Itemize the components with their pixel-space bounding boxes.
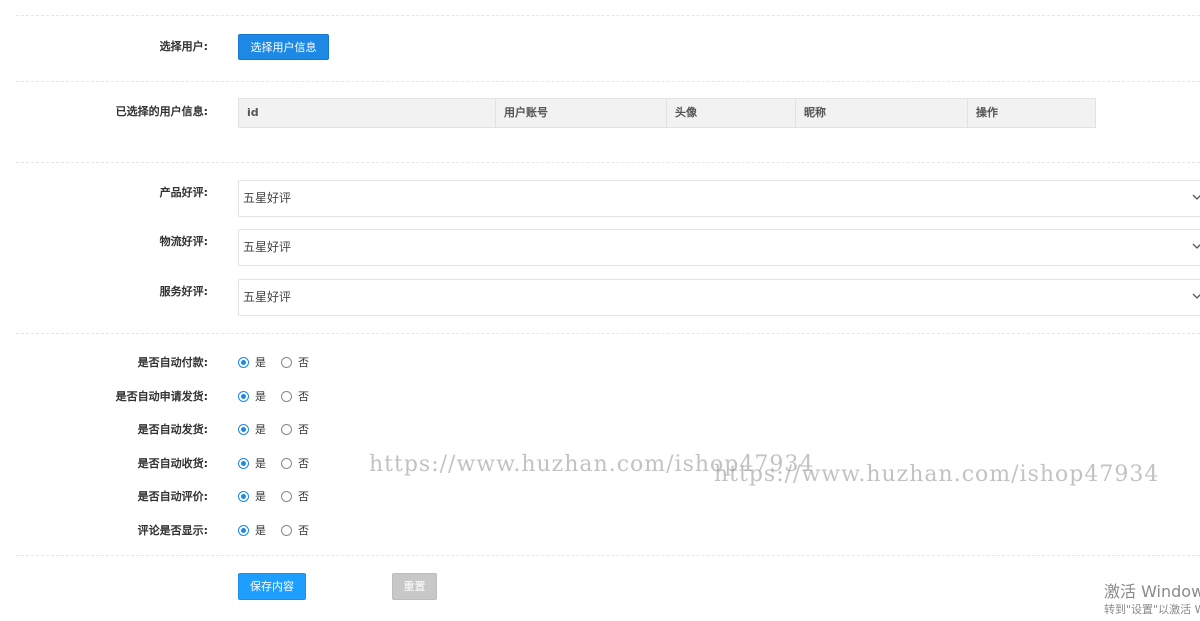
reset-button[interactable]: 重置: [392, 573, 437, 600]
logistics-rating-value: 五星好评: [243, 240, 292, 254]
divider: [16, 15, 1200, 16]
auto-pay-yes-radio[interactable]: [238, 357, 249, 368]
divider: [16, 333, 1200, 334]
auto-ship-no-radio[interactable]: [281, 424, 292, 435]
service-rating-select[interactable]: 五星好评: [238, 279, 1200, 316]
chevron-down-icon: [1192, 293, 1200, 299]
auto-request-shipping-yes-label[interactable]: 是: [255, 390, 266, 404]
auto-ship-yes-radio[interactable]: [238, 424, 249, 435]
service-rating-label: 服务好评:: [159, 285, 208, 298]
chevron-down-icon: [1192, 194, 1200, 200]
windows-activation-title: 激活 Windows: [1104, 582, 1200, 601]
column-header-account: 用户账号: [496, 99, 667, 127]
auto-ship-yes-label[interactable]: 是: [255, 423, 266, 437]
show-comments-label: 评论是否显示:: [137, 524, 208, 537]
auto-request-shipping-yes-radio[interactable]: [238, 391, 249, 402]
show-comments-yes-label[interactable]: 是: [255, 524, 266, 538]
auto-review-no-radio[interactable]: [281, 491, 292, 502]
chevron-down-icon: [1192, 243, 1200, 249]
auto-review-no-label[interactable]: 否: [298, 490, 309, 504]
product-rating-label: 产品好评:: [159, 186, 208, 199]
auto-receive-label: 是否自动收货:: [137, 457, 208, 470]
auto-request-shipping-no-label[interactable]: 否: [298, 390, 309, 404]
product-rating-select[interactable]: 五星好评: [238, 180, 1200, 217]
auto-receive-yes-radio[interactable]: [238, 458, 249, 469]
auto-ship-label: 是否自动发货:: [137, 423, 208, 436]
logistics-rating-label: 物流好评:: [159, 235, 208, 248]
column-header-avatar: 头像: [667, 99, 796, 127]
column-header-actions: 操作: [976, 106, 998, 119]
divider: [16, 162, 1200, 163]
auto-review-label: 是否自动评价:: [137, 490, 208, 503]
auto-review-yes-label[interactable]: 是: [255, 490, 266, 504]
auto-request-shipping-no-radio[interactable]: [281, 391, 292, 402]
logistics-rating-select[interactable]: 五星好评: [238, 229, 1200, 266]
auto-receive-yes-label[interactable]: 是: [255, 457, 266, 471]
watermark-text: https://www.huzhan.com/ishop47934: [714, 462, 1160, 487]
auto-pay-no-radio[interactable]: [281, 357, 292, 368]
auto-pay-no-label[interactable]: 否: [298, 356, 309, 370]
save-button[interactable]: 保存内容: [238, 573, 306, 600]
auto-pay-label: 是否自动付款:: [137, 356, 208, 369]
product-rating-value: 五星好评: [243, 191, 292, 205]
windows-activation-subtitle: 转到"设置"以激活 Windows。: [1104, 603, 1200, 616]
selected-users-label: 已选择的用户信息:: [115, 105, 208, 118]
auto-receive-no-radio[interactable]: [281, 458, 292, 469]
column-header-nickname: 昵称: [796, 99, 968, 127]
auto-review-yes-radio[interactable]: [238, 491, 249, 502]
show-comments-no-radio[interactable]: [281, 525, 292, 536]
selected-users-table: id 用户账号 头像 昵称 操作: [238, 98, 1096, 128]
auto-receive-no-label[interactable]: 否: [298, 457, 309, 471]
column-header-id: id: [239, 99, 496, 127]
divider: [16, 81, 1200, 82]
auto-request-shipping-label: 是否自动申请发货:: [115, 390, 208, 403]
auto-pay-yes-label[interactable]: 是: [255, 356, 266, 370]
show-comments-yes-radio[interactable]: [238, 525, 249, 536]
select-user-label: 选择用户:: [159, 40, 208, 53]
divider: [16, 555, 1200, 556]
show-comments-no-label[interactable]: 否: [298, 524, 309, 538]
auto-ship-no-label[interactable]: 否: [298, 423, 309, 437]
select-user-info-button[interactable]: 选择用户信息: [238, 34, 329, 60]
service-rating-value: 五星好评: [243, 290, 292, 304]
